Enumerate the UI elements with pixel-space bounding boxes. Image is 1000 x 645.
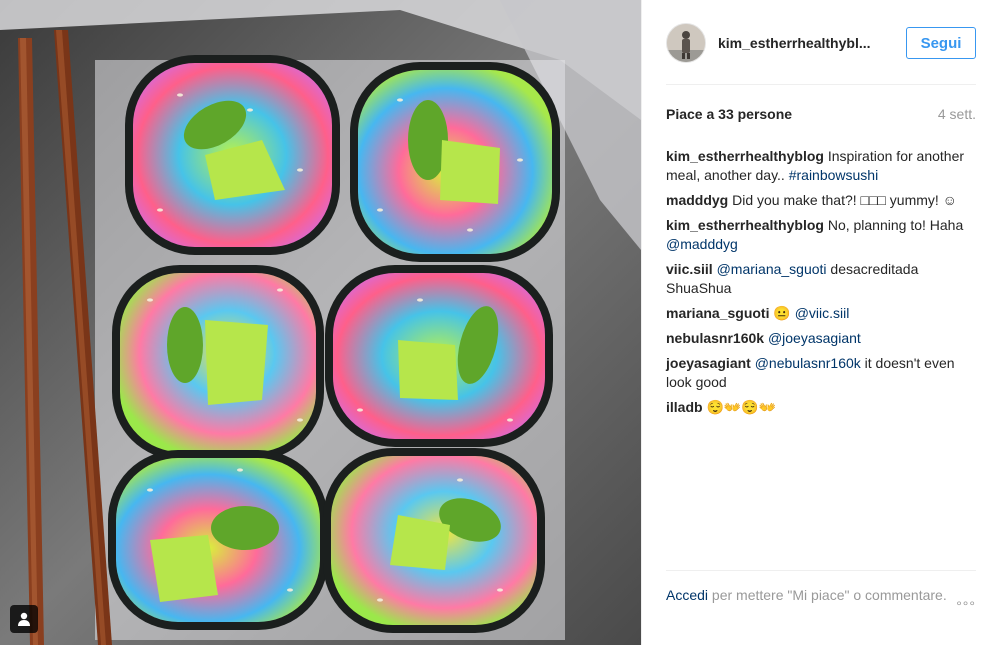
comment-item: kim_estherrhealthyblog Inspiration for a… (666, 147, 978, 185)
post-sidebar: kim_estherrhealthybl... Segui Piace a 33… (642, 0, 1000, 645)
comment-username[interactable]: kim_estherrhealthyblog (666, 217, 824, 233)
avatar[interactable] (666, 23, 706, 63)
mention-link[interactable]: @nebulasnr160k (755, 355, 861, 371)
comment-username[interactable]: joeyasagiant (666, 355, 751, 371)
header-divider (666, 84, 976, 85)
rainbow-sushi-image (0, 0, 641, 645)
comment-text: No, planning to! Haha (823, 217, 964, 233)
comments-list: kim_estherrhealthyblog Inspiration for a… (666, 147, 978, 423)
comment-item: madddyg Did you make that?! □□□ yummy! ☺ (666, 191, 978, 210)
comment-item: illadb 😌👐😌👐 (666, 398, 978, 417)
comment-item: nebulasnr160k @joeyasagiant (666, 329, 978, 348)
comment-username[interactable]: madddyg (666, 192, 728, 208)
comment-item: kim_estherrhealthyblog No, planning to! … (666, 216, 978, 254)
comment-item: mariana_sguoti 😐 @viic.siil (666, 304, 978, 323)
post-stats: Piace a 33 persone 4 sett. (666, 106, 976, 122)
follow-button[interactable]: Segui (906, 27, 976, 59)
post-timestamp[interactable]: 4 sett. (938, 106, 976, 122)
mention-link[interactable]: @joeyasagiant (768, 330, 861, 346)
likes-count[interactable]: Piace a 33 persone (666, 106, 792, 122)
comment-item: joeyasagiant @nebulasnr160k it doesn't e… (666, 354, 978, 392)
post-header: kim_estherrhealthybl... Segui (666, 20, 976, 66)
person-icon[interactable] (10, 605, 38, 633)
comment-username[interactable]: viic.siil (666, 261, 713, 277)
footer-divider (666, 570, 976, 571)
comment-username[interactable]: illadb (666, 399, 703, 415)
mention-link[interactable]: @madddyg (666, 236, 738, 252)
comment-item: viic.siil @mariana_sguoti desacreditada … (666, 260, 978, 298)
comment-text: Did you make that?! □□□ yummy! ☺ (728, 192, 957, 208)
mention-link[interactable]: @viic.siil (795, 305, 850, 321)
sushi-pieces (108, 55, 560, 633)
comment-username[interactable]: nebulasnr160k (666, 330, 764, 346)
login-link[interactable]: Accedi (666, 587, 708, 603)
login-prompt: Accedi per mettere "Mi piace" o commenta… (666, 586, 976, 605)
post-photo[interactable] (0, 0, 641, 645)
comment-text: 😐 (769, 305, 795, 321)
mention-link[interactable]: @mariana_sguoti (717, 261, 827, 277)
instagram-post: kim_estherrhealthybl... Segui Piace a 33… (0, 0, 1000, 645)
comment-username[interactable]: kim_estherrhealthyblog (666, 148, 824, 164)
comment-username[interactable]: mariana_sguoti (666, 305, 769, 321)
comment-text: 😌👐😌👐 (702, 399, 777, 415)
more-options-icon[interactable]: °°° (956, 598, 976, 614)
login-prompt-text: per mettere "Mi piace" o commentare. (708, 587, 947, 603)
hashtag-link[interactable]: #rainbowsushi (789, 167, 879, 183)
post-author-username[interactable]: kim_estherrhealthybl... (718, 35, 906, 51)
